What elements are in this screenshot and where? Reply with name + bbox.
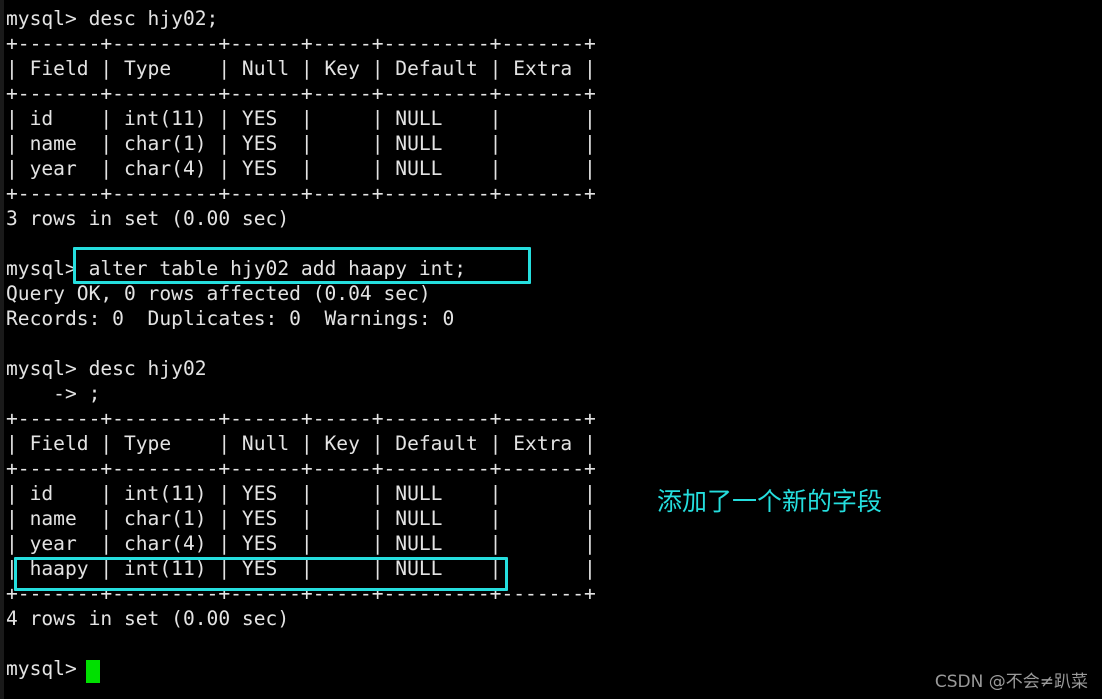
terminal-line: Query OK, 0 rows affected (0.04 sec): [6, 282, 431, 305]
terminal-line: +-------+---------+------+-----+--------…: [6, 457, 596, 480]
terminal-line: | Field | Type | Null | Key | Default | …: [6, 432, 596, 455]
terminal-line: | year | char(4) | YES | | NULL | |: [6, 157, 596, 180]
terminal-line: mysql> desc hjy02;: [6, 7, 219, 30]
annotation-note: 添加了一个新的字段: [657, 487, 883, 516]
terminal-line: | year | char(4) | YES | | NULL | |: [6, 532, 596, 555]
csdn-watermark: CSDN @不会≠趴菜: [934, 672, 1088, 692]
terminal-line: +-------+---------+------+-----+--------…: [6, 182, 596, 205]
terminal-line: | name | char(1) | YES | | NULL | |: [6, 507, 596, 530]
terminal-line: Records: 0 Duplicates: 0 Warnings: 0: [6, 307, 455, 330]
terminal-screenshot: mysql> desc hjy02; +-------+---------+--…: [0, 0, 1102, 699]
terminal-line: +-------+---------+------+-----+--------…: [6, 582, 596, 605]
terminal-line: mysql> desc hjy02: [6, 357, 207, 380]
terminal-line: +-------+---------+------+-----+--------…: [6, 32, 596, 55]
terminal-output-area[interactable]: mysql> desc hjy02; +-------+---------+--…: [4, 0, 1102, 699]
terminal-line: | name | char(1) | YES | | NULL | |: [6, 132, 596, 155]
terminal-line: +-------+---------+------+-----+--------…: [6, 82, 596, 105]
terminal-line: +-------+---------+------+-----+--------…: [6, 407, 596, 430]
terminal-line: | Field | Type | Null | Key | Default | …: [6, 57, 596, 80]
terminal-cursor: [86, 660, 100, 683]
terminal-line-new-column: | haapy | int(11) | YES | | NULL | |: [6, 557, 596, 580]
terminal-line-continuation: -> ;: [6, 382, 101, 405]
terminal-line: 3 rows in set (0.00 sec): [6, 207, 290, 230]
terminal-line: 4 rows in set (0.00 sec): [6, 607, 290, 630]
terminal-line: | id | int(11) | YES | | NULL | |: [6, 482, 596, 505]
terminal-line: | id | int(11) | YES | | NULL | |: [6, 107, 596, 130]
terminal-line-alter-command: mysql> alter table hjy02 add haapy int;: [6, 257, 467, 280]
